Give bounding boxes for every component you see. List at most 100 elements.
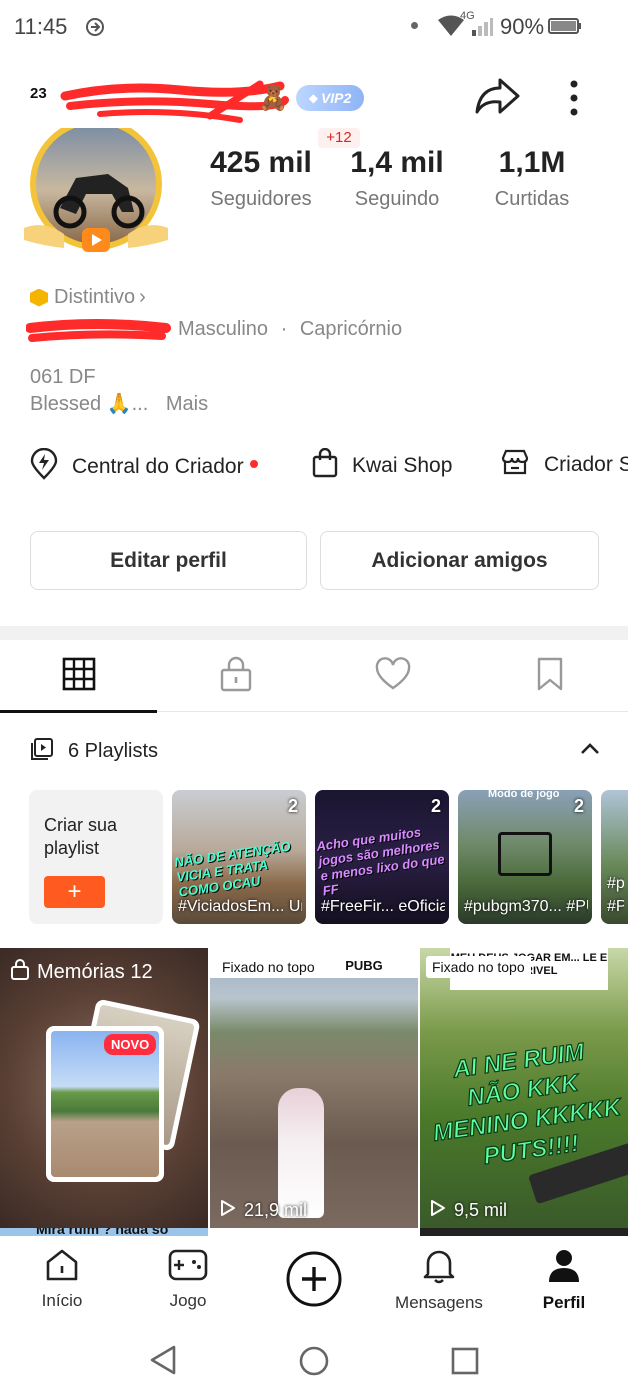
vip-label: VIP2	[320, 90, 352, 106]
bolt-pin-icon	[30, 447, 58, 486]
content-tabs	[0, 640, 628, 713]
next-row-text: Mira ruim ? nada so	[36, 1228, 169, 1236]
zodiac-tag: Capricórnio	[299, 318, 403, 340]
heart-icon	[374, 656, 412, 696]
add-friends-button[interactable]: Adicionar amigos	[320, 531, 599, 590]
chevron-up-icon[interactable]	[580, 742, 600, 761]
video-tile[interactable]: MEU DEUS JOGAR EM... LE E HORRIVEL Fixad…	[420, 948, 628, 1228]
following-label: Seguindo	[354, 188, 440, 210]
playlist-video-count: 2	[430, 796, 441, 816]
notification-dot	[249, 460, 258, 468]
followers-label: Seguidores	[210, 188, 312, 210]
video-tile[interactable]: PUBG Fixado no topo 21,9 mil	[210, 948, 418, 1228]
system-nav-bar	[0, 1328, 628, 1400]
more-options-icon[interactable]	[566, 78, 582, 123]
nav-game[interactable]: Jogo	[138, 1236, 238, 1328]
badge-hex-icon	[30, 288, 48, 307]
playlist-overlay-text: NÃO DE ATENÇÃO VICIA E TRATA COMO OCAU	[173, 838, 292, 900]
pinned-label: Fixado no topo	[426, 956, 531, 978]
playlists-count: 6 Playlists	[68, 739, 159, 762]
playlist-card[interactable]: #p... #P...	[601, 790, 628, 924]
bio: Blessed 🙏... Mais	[30, 391, 208, 416]
playlist-card[interactable]: NÃO DE ATENÇÃO VICIA E TRATA COMO OCAU 2…	[172, 790, 306, 924]
playlist-card[interactable]: Modo de jogo 2 #pubgm370... #PUBGM20...	[458, 790, 592, 924]
playlist-card[interactable]: Acho que muitos jogos são melhores e men…	[315, 790, 449, 924]
play-icon	[430, 1199, 446, 1222]
sync-icon	[84, 16, 106, 43]
gamepad-icon	[168, 1248, 208, 1287]
tab-active-indicator	[0, 710, 157, 713]
stat-following[interactable]: 1,4 mil Seguindo	[336, 146, 458, 211]
tool-kwai-shop[interactable]: Kwai Shop	[312, 447, 452, 484]
pinned-label: Fixado no topo	[216, 956, 321, 978]
grid-icon	[62, 657, 96, 696]
view-count-value: 9,5 mil	[454, 1200, 508, 1220]
likes-count: 1,1M	[498, 146, 566, 179]
playlist-video-count: 2	[573, 796, 584, 816]
status-time: 11:45	[14, 14, 68, 39]
nav-messages[interactable]: Mensagens	[389, 1236, 489, 1328]
home-icon	[45, 1248, 79, 1287]
status-bar: 11:45 4G 90%	[0, 0, 628, 56]
tool-creator-center[interactable]: Central do Criador	[30, 447, 258, 486]
followers-count: 425 mil	[210, 146, 312, 179]
tab-private[interactable]	[157, 640, 314, 712]
tab-liked[interactable]	[314, 640, 471, 712]
tool-creator-store[interactable]: Criador S	[500, 448, 628, 482]
bio-more-link[interactable]: Mais	[166, 393, 208, 415]
person-icon	[547, 1248, 581, 1289]
lock-icon	[10, 958, 30, 986]
bottom-nav: Início Jogo Mensagens Perfil	[0, 1236, 628, 1328]
nav-messages-label: Mensagens	[395, 1293, 483, 1312]
share-icon[interactable]	[474, 76, 520, 121]
following-new-badge: +12	[318, 128, 360, 148]
playlist-overlay-text: Acho que muitos jogos são melhores e men…	[315, 824, 446, 899]
play-icon	[220, 1199, 236, 1222]
nav-profile[interactable]: Perfil	[514, 1236, 614, 1328]
memories-title: Memórias 12	[37, 960, 153, 983]
tab-saved[interactable]	[471, 640, 628, 712]
nav-game-label: Jogo	[169, 1291, 207, 1310]
vip-badge[interactable]: ◆ VIP2	[296, 85, 364, 111]
shopping-bag-icon	[312, 447, 338, 484]
memories-header: Memórias 12	[10, 958, 153, 986]
nav-create[interactable]	[264, 1236, 364, 1328]
stat-followers[interactable]: 425 mil Seguidores	[198, 146, 324, 211]
following-count: 1,4 mil	[350, 146, 444, 179]
nav-home[interactable]: Início	[12, 1236, 112, 1328]
bookmark-icon	[535, 657, 565, 696]
signal-icon	[470, 16, 494, 43]
scope-frame	[498, 832, 552, 876]
back-icon[interactable]	[148, 1344, 178, 1381]
view-count: 9,5 mil	[430, 1199, 507, 1222]
playlist-video-count: 2	[287, 796, 298, 816]
view-count-value: 21,9 mil	[244, 1200, 308, 1220]
lock-icon	[219, 656, 253, 697]
nav-home-label: Início	[41, 1291, 83, 1310]
playlist-title: #FreeFir... eOficial #pu...	[321, 898, 445, 915]
playlist-title: #pubgm370... #PUBGM20...	[464, 898, 588, 915]
separator-dot: ·	[280, 318, 288, 340]
tool-creator-center-label: Central do Criador	[72, 455, 244, 478]
store-icon	[500, 448, 530, 482]
bio-line-1: 061 DF	[30, 366, 96, 388]
next-row-strip: Mira ruim ? nada so	[0, 1228, 628, 1236]
edit-profile-button[interactable]: Editar perfil	[30, 531, 307, 590]
redacted-age-mark	[25, 316, 171, 351]
bio-line-2: Blessed 🙏...	[30, 393, 149, 415]
memories-tile[interactable]: Memórias 12 NOVO	[0, 948, 208, 1228]
playlist-title: #ViciadosEm... UmBemDra...	[178, 898, 302, 915]
create-playlist-button[interactable]: +	[44, 876, 105, 908]
playlists-header[interactable]: 6 Playlists	[30, 736, 600, 766]
nav-profile-label: Perfil	[542, 1293, 586, 1312]
stat-likes[interactable]: 1,1M Curtidas	[476, 146, 588, 211]
avatar[interactable]	[24, 118, 168, 258]
tab-videos[interactable]	[0, 640, 157, 713]
create-playlist-card[interactable]: Criar sua playlist +	[29, 790, 163, 924]
battery-percent: 90%	[500, 14, 545, 39]
badge-link[interactable]: Distintivo ›	[30, 286, 146, 309]
new-badge: NOVO	[104, 1034, 157, 1055]
badge-link-label: Distintivo	[54, 286, 136, 308]
home-circle-icon[interactable]	[298, 1345, 330, 1382]
recents-icon[interactable]	[451, 1347, 479, 1380]
